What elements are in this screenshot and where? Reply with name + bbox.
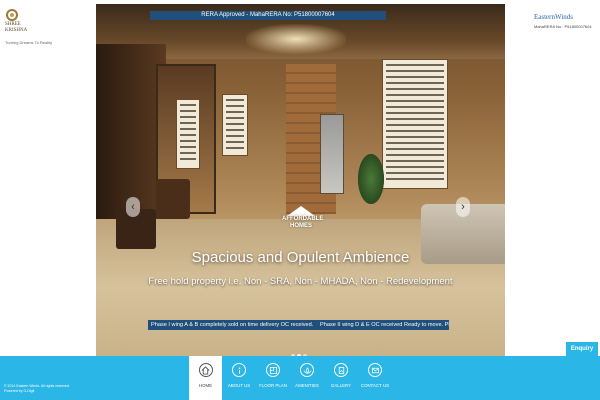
shree-krishna-logo[interactable]: SHREE KRISHNA Turning Dreams To Reality <box>5 9 53 45</box>
powered-by-text: Powered by G-Digit <box>4 389 35 393</box>
hero-name-board <box>222 94 248 156</box>
nav-label: HOME <box>198 383 213 388</box>
slider-prev-button[interactable]: ‹ <box>126 197 140 217</box>
house-roof-icon <box>287 206 315 216</box>
footer-copyright: © 2014 Eastern Winds. All rights reserve… <box>4 384 70 394</box>
enquiry-button[interactable]: Enquiry <box>566 342 598 356</box>
rera-banner: RERA Approved - MahaRERA No: P5180000760… <box>150 11 386 20</box>
slider-next-button[interactable]: › <box>456 197 470 217</box>
hero-headline: Spacious and Opulent Ambience <box>191 249 410 266</box>
nav-label: GALLERY <box>330 383 352 388</box>
news-ticker: Phase I wing A & B completely sold on ti… <box>148 320 449 330</box>
logo-tagline: Turning Dreams To Reality <box>5 40 53 45</box>
affordable-homes-badge: AFFORDABLE HOMES <box>282 206 324 238</box>
info-icon <box>232 363 246 377</box>
logo-mark-icon <box>6 9 18 21</box>
hero-chair <box>156 179 190 219</box>
ticker-message: Phase I wing A & B completely sold on ti… <box>151 322 314 328</box>
nav-gallery[interactable]: GALLERY <box>324 356 358 400</box>
nav-label: CONTACT US <box>360 383 390 388</box>
logo-name-line2: KRISHNA <box>5 28 28 33</box>
nav-home[interactable]: HOME <box>189 356 222 400</box>
floor-plan-icon <box>266 363 280 377</box>
hero-plant <box>358 154 384 204</box>
hero-ceiling-light <box>246 24 346 54</box>
page: SHREE KRISHNA Turning Dreams To Reality … <box>0 0 600 400</box>
eastern-winds-name: EasternWinds <box>534 13 573 21</box>
eastern-winds-rera: MahaRERA No : P51800007604 <box>534 24 592 29</box>
footer-nav: HOME ABOUT US FLOOR PLAN AMENITIES GALLE… <box>189 356 392 400</box>
nav-contact-us[interactable]: CONTACT US <box>358 356 392 400</box>
nav-label: FLOOR PLAN <box>259 383 287 388</box>
hero-name-board <box>382 59 448 189</box>
gallery-icon <box>334 363 348 377</box>
eastern-winds-logo[interactable]: EasternWinds MahaRERA No : P51800007604 <box>534 13 592 29</box>
hero-subline: Free hold property i.e. Non - SRA, Non -… <box>148 276 453 287</box>
nav-label: ABOUT US <box>227 383 251 388</box>
slider-dots <box>291 345 311 358</box>
hero-slider <box>96 4 505 356</box>
chevron-left-icon: ‹ <box>131 201 135 213</box>
chevron-right-icon: › <box>461 201 465 213</box>
mail-icon <box>368 363 382 377</box>
badge-line2: HOMES <box>289 223 312 229</box>
nav-floor-plan[interactable]: FLOOR PLAN <box>256 356 290 400</box>
home-icon <box>198 363 213 377</box>
hero-lift-door <box>320 114 344 194</box>
nav-amenities[interactable]: AMENITIES <box>290 356 324 400</box>
nav-label: AMENITIES <box>295 383 319 388</box>
lotus-icon <box>300 363 314 377</box>
hero-name-board <box>176 99 200 169</box>
ticker-message: Phase II wing D & E OC received Ready to… <box>320 322 449 328</box>
badge-line1: AFFORDABLE <box>282 216 324 222</box>
nav-about-us[interactable]: ABOUT US <box>222 356 256 400</box>
